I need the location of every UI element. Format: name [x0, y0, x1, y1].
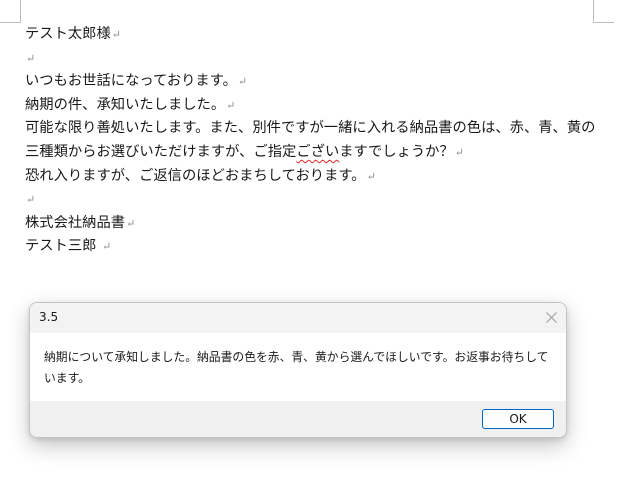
ok-button[interactable]: OK [482, 409, 554, 429]
spelling-flagged-word[interactable]: ござい [296, 144, 339, 160]
doc-line-blank: ↵ [25, 188, 625, 212]
message-box-footer: OK [30, 401, 566, 437]
page-corner-mark-right [593, 0, 614, 23]
paragraph-mark-icon: ↵ [111, 28, 121, 41]
close-button[interactable] [536, 303, 566, 333]
doc-line-salutation: いつもお世話になっております。↵ [25, 73, 248, 90]
doc-line-company: 株式会社納品書↵ [25, 214, 136, 231]
paragraph-mark-icon: ↵ [454, 145, 464, 159]
paragraph-mark-icon: ↵ [126, 216, 136, 230]
doc-line-blank: ↵ [25, 47, 625, 71]
paragraph-mark-icon: ↵ [226, 98, 236, 112]
paragraph-mark-icon: ↵ [102, 240, 112, 254]
message-box-titlebar[interactable]: 3.5 [30, 303, 566, 333]
message-box: 3.5 納期について承知しました。納品書の色を赤、青、黄から選んでほしいです。お… [29, 302, 567, 438]
message-box-body: 納期について承知しました。納品書の色を赤、青、黄から選んでほしいです。お返事お待… [30, 333, 566, 401]
paragraph-mark-icon: ↵ [366, 169, 376, 183]
page-corner-mark-left [0, 0, 21, 23]
doc-line-signature: テスト三郎 ↵ [25, 238, 112, 255]
close-icon [546, 312, 557, 323]
document-body[interactable]: テスト太郎様↵ ↵ いつもお世話になっております。↵ 納期の件、承知いたしました… [25, 23, 625, 259]
doc-line-acknowledgement: 納期の件、承知いたしました。↵ [25, 96, 236, 113]
paragraph-mark-icon: ↵ [237, 75, 248, 89]
doc-line-closing: 恐れ入りますが、ご返信のほどおまちしております。↵ [25, 167, 376, 184]
message-box-title: 3.5 [39, 310, 59, 324]
doc-line-color-question: 可能な限り善処いたします。また、別件ですが一緒に入れる納品書の色は、赤、青、黄の… [25, 120, 596, 160]
paragraph-mark-icon: ↵ [26, 51, 36, 65]
message-text: 納期について承知しました。納品書の色を赤、青、黄から選んでほしいです。お返事お待… [44, 350, 549, 385]
doc-line-greeting: テスト太郎様↵ [25, 26, 121, 42]
paragraph-mark-icon: ↵ [26, 193, 36, 207]
